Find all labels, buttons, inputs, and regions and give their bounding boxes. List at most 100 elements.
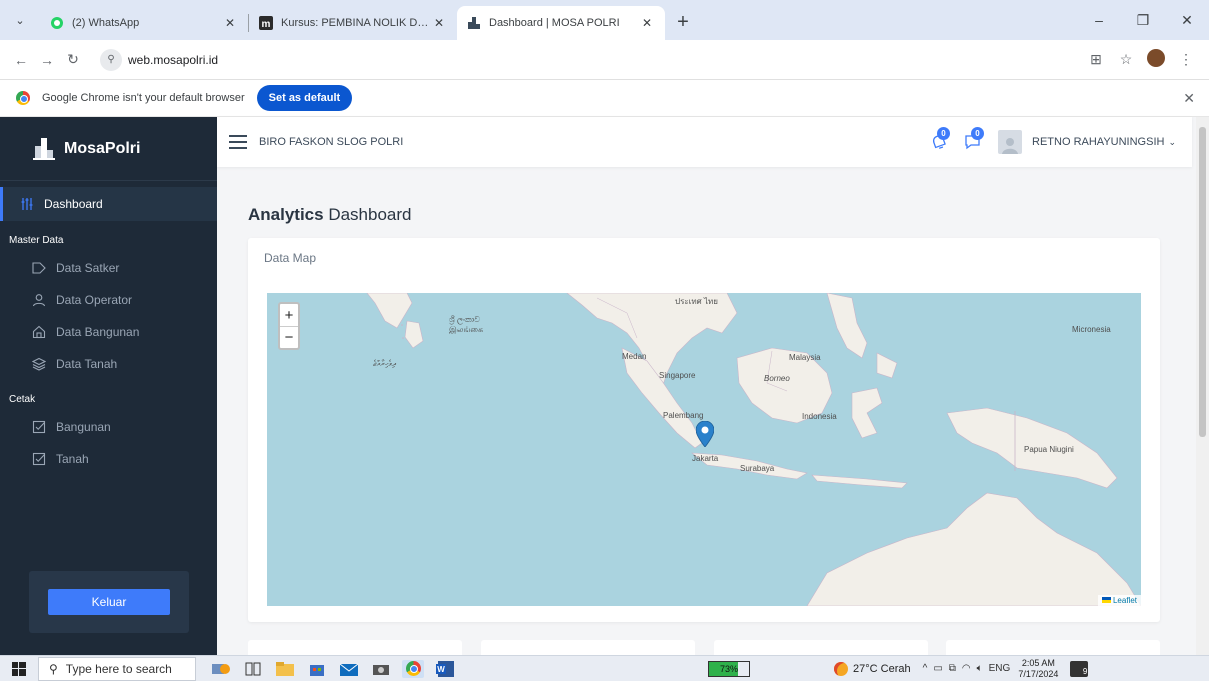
close-infobar-icon[interactable]: ✕: [1183, 90, 1195, 107]
tab-title: Kursus: PEMBINA NOLIK DWI ANGGRAINI: [281, 17, 431, 29]
weather-sun-icon: [834, 661, 848, 676]
map-label-sri-lanka: ශ්‍රී ලංකාව இலங்கை: [449, 315, 484, 334]
close-tab-icon[interactable]: ✕: [431, 16, 447, 30]
brand-logo-icon: [33, 137, 55, 160]
volume-icon[interactable]: 🔈︎: [977, 663, 983, 674]
store-icon[interactable]: [306, 660, 328, 678]
hamburger-menu-icon[interactable]: [229, 135, 247, 149]
page-title-bold: Analytics: [248, 205, 324, 224]
map-tiles: [366, 293, 1141, 606]
toolbar-actions: ⊞ ☆ ⋮: [1081, 49, 1209, 70]
restore-icon[interactable]: ❐: [1121, 12, 1165, 29]
map-attribution[interactable]: Leaflet: [1097, 595, 1141, 606]
sidebar-item-tanah[interactable]: Tanah: [0, 443, 217, 475]
word-icon[interactable]: W: [434, 660, 456, 678]
avatar[interactable]: [998, 130, 1023, 154]
close-tab-icon[interactable]: ✕: [639, 16, 655, 30]
organization-name: BIRO FASKON SLOG POLRI: [259, 136, 404, 148]
checkbox-icon: [32, 452, 46, 466]
language-indicator[interactable]: ENG: [989, 663, 1011, 674]
chevron-down-icon[interactable]: ⌄: [1168, 137, 1176, 148]
widgets-icon[interactable]: [210, 660, 232, 678]
page-title: Analytics Dashboard: [248, 205, 412, 225]
more-menu-icon[interactable]: ⋮: [1171, 51, 1201, 68]
user-name[interactable]: RETNO RAHAYUNINGSIH: [1032, 136, 1164, 148]
display-icon[interactable]: ⧉: [949, 663, 956, 674]
sidebar-item-data-bangunan[interactable]: Data Bangunan: [0, 316, 217, 348]
map-label-malaysia: Malaysia: [789, 353, 821, 362]
scrollbar-thumb[interactable]: [1199, 127, 1206, 437]
windows-start-icon[interactable]: [0, 661, 38, 676]
sidebar-item-label: Data Bangunan: [56, 325, 140, 339]
map-marker-icon[interactable]: [696, 421, 714, 447]
address-bar[interactable]: ⚲ web.mosapolri.id: [92, 45, 1081, 74]
browser-tab-strip: ⌄ (2) WhatsApp ✕ m Kursus: PEMBINA NOLIK…: [0, 0, 1209, 40]
minimize-icon[interactable]: –: [1077, 12, 1121, 28]
sidebar-item-data-satker[interactable]: Data Satker: [0, 252, 217, 284]
forward-arrow-icon[interactable]: →: [34, 52, 60, 68]
sidebar-item-label: Data Operator: [56, 293, 133, 307]
map-label-papua: Papua Niugini: [1024, 445, 1074, 454]
taskbar-apps: W: [210, 659, 456, 678]
sidebar-item-dashboard[interactable]: Dashboard: [0, 187, 217, 221]
chevron-up-icon[interactable]: ^: [923, 663, 928, 674]
map-label-borneo: Borneo: [764, 374, 790, 383]
clock-time: 2:05 AM: [1021, 657, 1055, 668]
leaflet-map[interactable]: ประเทศ ไทย ශ්‍රී ලංකාව இலங்கை ދިވެހިރާއް…: [267, 293, 1141, 606]
mail-icon[interactable]: [338, 660, 360, 678]
page-scrollbar[interactable]: [1196, 117, 1209, 655]
brand-name: MosaPolri: [64, 139, 141, 157]
site-info-icon[interactable]: ⚲: [100, 48, 122, 71]
section-heading-master-data: Master Data: [9, 235, 64, 246]
weather-widget[interactable]: 27°C Cerah: [834, 661, 911, 676]
sidebar-item-bangunan[interactable]: Bangunan: [0, 411, 217, 443]
tab-search-button[interactable]: ⌄: [6, 6, 34, 34]
leaflet-link[interactable]: Leaflet: [1113, 596, 1137, 605]
battery-percent: 73%: [719, 663, 738, 674]
wifi-icon[interactable]: ◠: [962, 663, 971, 674]
sidebar-item-data-tanah[interactable]: Data Tanah: [0, 348, 217, 380]
sidebar-item-data-operator[interactable]: Data Operator: [0, 284, 217, 316]
close-window-icon[interactable]: ✕: [1165, 12, 1209, 29]
sidebar-item-label: Data Tanah: [56, 357, 118, 371]
tab-mosa-dashboard[interactable]: Dashboard | MOSA POLRI ✕: [457, 6, 665, 40]
clock[interactable]: 2:05 AM 7/17/2024: [1018, 658, 1058, 680]
zoom-out-button[interactable]: −: [280, 326, 298, 348]
task-view-icon[interactable]: [242, 660, 264, 678]
system-tray: ^ ▭ ⧉ ◠ 🔈︎ ENG: [923, 663, 1011, 674]
battery-indicator[interactable]: 73%: [708, 660, 750, 677]
notification-center-icon[interactable]: 9: [1070, 660, 1089, 677]
logout-button[interactable]: Keluar: [48, 589, 170, 615]
chrome-app-icon[interactable]: [402, 659, 424, 678]
battery-tray-icon[interactable]: ▭: [933, 663, 942, 674]
mosa-icon: [467, 16, 481, 30]
new-tab-button[interactable]: +: [669, 8, 697, 36]
map-label-surabaya: Surabaya: [740, 464, 775, 473]
messages-button[interactable]: 0: [960, 127, 986, 154]
notification-bell-button[interactable]: 0: [926, 127, 952, 154]
tab-kursus[interactable]: m Kursus: PEMBINA NOLIK DWI ANGGRAINI ✕: [249, 6, 457, 40]
close-tab-icon[interactable]: ✕: [222, 16, 238, 30]
checkbox-icon: [32, 420, 46, 434]
file-explorer-icon[interactable]: [274, 660, 296, 678]
map-label-indonesia: Indonesia: [802, 412, 837, 421]
tab-whatsapp[interactable]: (2) WhatsApp ✕: [40, 6, 248, 40]
extension-icon[interactable]: [1141, 49, 1171, 70]
taskbar-search-input[interactable]: ⚲ Type here to search: [38, 656, 196, 681]
weather-text: 27°C Cerah: [853, 662, 911, 675]
set-default-button[interactable]: Set as default: [256, 85, 353, 111]
back-arrow-icon[interactable]: ←: [8, 52, 34, 68]
stat-card: [481, 640, 695, 655]
brand[interactable]: MosaPolri: [0, 117, 217, 181]
map-label-maldives: ދިވެހިރާއްޖެ: [373, 359, 396, 368]
bookmark-star-icon[interactable]: ☆: [1111, 51, 1141, 68]
camera-icon[interactable]: [370, 660, 392, 678]
zoom-in-button[interactable]: +: [280, 304, 298, 326]
translate-icon[interactable]: ⊞: [1081, 51, 1111, 68]
notification-badge: 0: [937, 127, 951, 140]
zoom-control: + −: [278, 302, 300, 350]
reload-icon[interactable]: ↻: [60, 51, 86, 68]
sidebar-item-label: Tanah: [56, 452, 89, 466]
chrome-logo-icon: [16, 91, 30, 105]
home-icon: [32, 325, 46, 339]
